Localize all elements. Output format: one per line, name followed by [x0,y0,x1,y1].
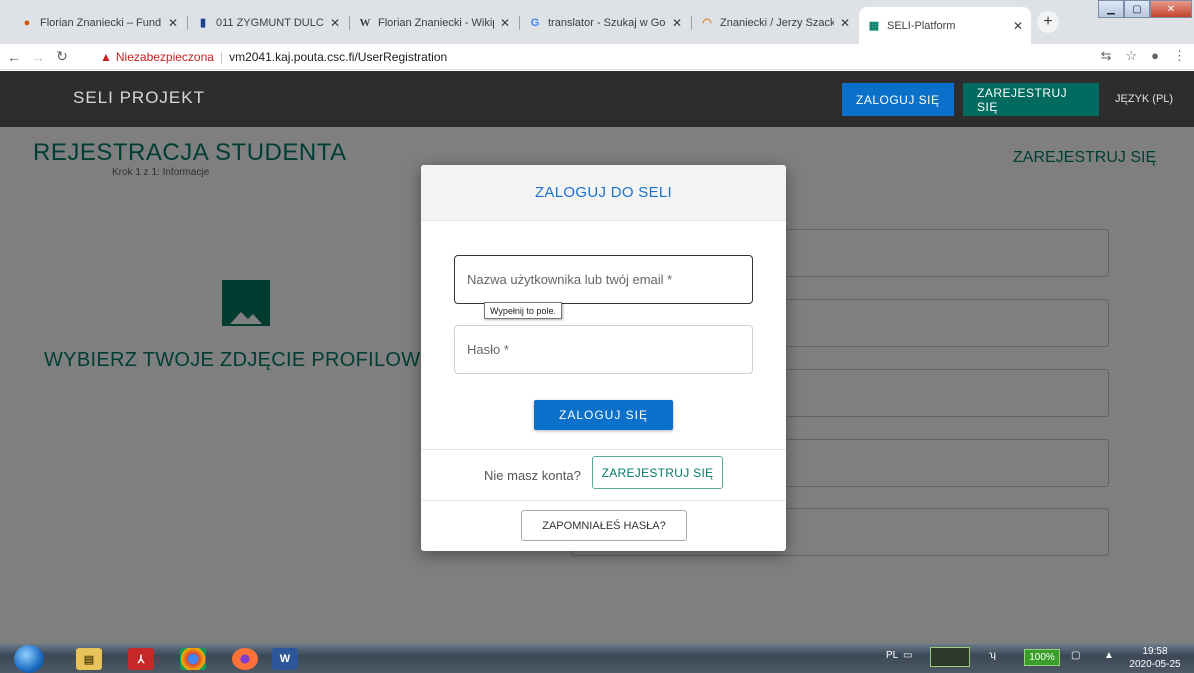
browser-toolbar: ← → ↻ ▲ Niezabezpieczona | vm2041.kaj.po… [0,44,1194,70]
google-favicon-icon: G [530,16,540,29]
bookmark-star-icon[interactable]: ☆ [1125,48,1137,64]
clock-time: 19:58 [1142,646,1168,657]
tab-title: translator - Szukaj w Goo [548,16,666,29]
warning-triangle-icon: ▲ [100,50,112,64]
no-account-text: Nie masz konta? [484,468,581,483]
brand-logo[interactable]: SELI PROJEKT [73,88,205,108]
app-header: SELI PROJEKT ZALOGUJ SIĘ ZAREJESTRUJ SIĘ… [0,71,1194,127]
reload-icon[interactable]: ↻ [52,48,72,65]
new-tab-button[interactable]: + [1037,11,1059,33]
tab-close-icon[interactable]: ✕ [330,16,340,30]
os-taskbar: ▤ ⅄ W PL ▭ ʮ 100% ▢ ▲ 19:58 2020-05-25 [0,644,1194,673]
window-controls: ▁ ▢ ✕ [1098,0,1192,20]
minimize-icon[interactable]: ▁ [1098,0,1124,18]
close-window-icon[interactable]: ✕ [1150,0,1192,18]
tray-expand-icon[interactable]: ▲ [1104,650,1114,661]
clock-date: 2020-05-25 [1129,659,1181,670]
firefox-icon[interactable] [232,648,258,670]
battery-indicator[interactable]: 100% [1024,649,1060,666]
file-explorer-icon[interactable]: ▤ [76,648,102,670]
browser-tab[interactable]: W Florian Znaniecki - Wikip ✕ [350,9,518,36]
system-clock[interactable]: 19:58 2020-05-25 [1122,645,1188,671]
tab-title: Florian Znaniecki - Wikip [378,16,494,29]
wikipedia-favicon-icon: W [359,16,371,29]
tab-title: Znaniecki / Jerzy Szacki [720,16,834,29]
login-dialog: ZALOGUJ DO SELI Nazwa użytkownika lub tw… [421,165,786,551]
tab-close-icon[interactable]: ✕ [168,16,178,30]
grid-favicon-icon: ▦ [868,20,880,32]
translate-icon[interactable]: ⇆ [1101,48,1112,64]
validation-tooltip: Wypełnij to pole. [484,302,562,319]
password-placeholder: Hasło * [467,342,509,357]
header-login-button[interactable]: ZALOGUJ SIĘ [842,83,954,116]
browser-tab[interactable]: G translator - Szukaj w Goo ✕ [520,9,690,36]
username-placeholder: Nazwa użytkownika lub twój email * [467,272,673,287]
input-language[interactable]: PL [886,650,898,661]
keyboard-icon[interactable]: ▭ [903,650,912,661]
browser-tab-active[interactable]: ▦ SELI-Platform ✕ [859,7,1031,44]
language-selector[interactable]: JĘZYK (PL) [1115,93,1173,105]
tab-close-icon[interactable]: ✕ [672,16,682,30]
profile-icon[interactable]: ● [1151,48,1159,64]
doc-favicon-icon: ▮ [199,17,207,29]
toolbar-actions: ⇆ ☆ ● ⋮ [1101,48,1186,64]
forgot-password-button[interactable]: ZAPOMNIAŁEŚ HASŁA? [521,510,687,541]
tab-close-icon[interactable]: ✕ [1013,19,1023,33]
address-bar[interactable]: ▲ Niezabezpieczona | vm2041.kaj.pouta.cs… [100,47,1100,67]
acrobat-icon[interactable]: ⅄ [128,648,154,670]
browser-tab[interactable]: ▮ 011 ZYGMUNT DULCZEW ✕ [188,9,348,36]
chrome-icon[interactable] [180,648,206,670]
network-signal-icon[interactable] [930,647,970,667]
web-page: SELI PROJEKT ZALOGUJ SIĘ ZAREJESTRUJ SIĘ… [0,71,1194,644]
header-register-button[interactable]: ZAREJESTRUJ SIĘ [963,83,1099,116]
tab-title: Florian Znaniecki – Fund [40,16,162,29]
url-divider: | [219,50,224,64]
insecure-label: Niezabezpieczona [115,50,214,64]
browser-tab[interactable]: ◠ Znaniecki / Jerzy Szacki ✕ [692,9,858,36]
tab-title: SELI-Platform [887,19,956,32]
rainbow-favicon-icon: ◠ [702,17,712,29]
person-favicon-icon: ● [23,16,31,29]
maximize-icon[interactable]: ▢ [1124,0,1150,18]
forward-arrow-icon[interactable]: → [28,49,48,65]
username-input[interactable]: Nazwa użytkownika lub twój email * [454,255,753,304]
word-icon[interactable]: W [272,648,298,670]
start-button-icon[interactable] [14,645,44,673]
tab-close-icon[interactable]: ✕ [840,16,850,30]
wireless-icon[interactable]: ʮ [989,650,996,661]
dialog-divider [421,449,786,450]
menu-dots-icon[interactable]: ⋮ [1173,48,1186,64]
tab-close-icon[interactable]: ✕ [500,16,510,30]
tab-title: 011 ZYGMUNT DULCZEW [216,16,324,29]
back-arrow-icon[interactable]: ← [4,49,24,65]
url-text: vm2041.kaj.pouta.csc.fi/UserRegistration [229,50,448,64]
browser-tab-strip: ● Florian Znaniecki – Fund ✕ ▮ 011 ZYGMU… [0,0,1194,44]
action-center-icon[interactable]: ▢ [1071,650,1080,661]
dialog-title: ZALOGUJ DO SELI [421,165,786,221]
login-submit-button[interactable]: ZALOGUJ SIĘ [534,400,673,430]
dialog-register-button[interactable]: ZAREJESTRUJ SIĘ [592,456,723,489]
dialog-divider [421,500,786,501]
password-input[interactable]: Hasło * [454,325,753,374]
browser-tab[interactable]: ● Florian Znaniecki – Fund ✕ [12,9,186,36]
